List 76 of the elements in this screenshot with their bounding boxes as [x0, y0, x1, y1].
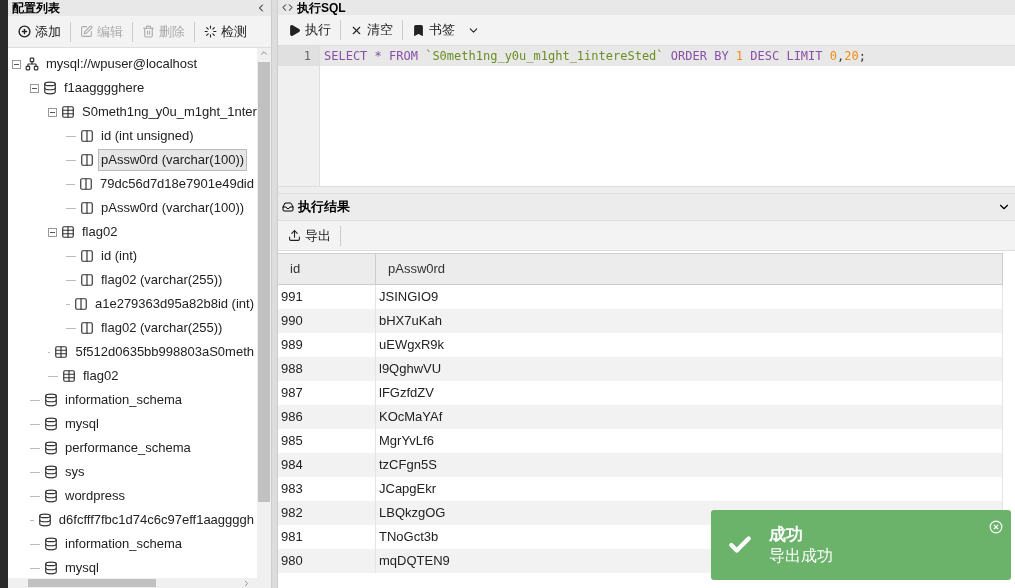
- tree-item[interactable]: id (int): [98, 245, 141, 267]
- bookmark-icon: [412, 23, 425, 37]
- column-icon: [80, 321, 94, 335]
- toast-title: 成功: [769, 524, 804, 546]
- scrollbar[interactable]: [257, 48, 271, 578]
- column-icon: [80, 273, 94, 287]
- tree-item[interactable]: sys: [62, 461, 88, 483]
- column-icon: [80, 153, 94, 167]
- database-icon: [44, 393, 58, 407]
- database-icon: [43, 81, 57, 95]
- database-icon: [44, 441, 58, 455]
- table-icon: [54, 345, 69, 359]
- edit-icon: [80, 25, 93, 38]
- run-icon: [288, 23, 301, 37]
- check-button[interactable]: 检测: [198, 17, 253, 46]
- column-icon: [73, 297, 88, 311]
- tree-item[interactable]: flag02: [79, 221, 121, 243]
- database-icon: [37, 513, 52, 527]
- tree-item[interactable]: d6fcfff7fbc1d74c6c97eff1aaggggh: [55, 509, 257, 531]
- toggle-icon[interactable]: [48, 227, 57, 237]
- inbox-icon: [282, 201, 294, 213]
- database-icon: [44, 561, 58, 575]
- column-header[interactable]: id: [278, 254, 376, 284]
- tree-item[interactable]: f1aagggghere: [61, 77, 148, 99]
- table-icon: [62, 369, 76, 383]
- column-header[interactable]: pAssw0rd: [376, 254, 1003, 284]
- tree-item[interactable]: S0meth1ng_y0u_m1ght_1nter: [79, 101, 257, 123]
- close-icon[interactable]: [989, 520, 1003, 534]
- run-button[interactable]: 执行: [282, 16, 337, 44]
- panel-title: 配置列表: [12, 2, 60, 14]
- toggle-icon[interactable]: [12, 59, 21, 69]
- server-icon: [25, 57, 39, 71]
- tree-item[interactable]: flag02 (varchar(255)): [98, 269, 226, 291]
- database-icon: [44, 537, 58, 551]
- tree-item[interactable]: mysql://wpuser@localhost: [43, 53, 201, 75]
- toggle-icon[interactable]: [30, 83, 39, 93]
- column-icon: [80, 201, 94, 215]
- sql-editor[interactable]: 1 SELECT * FROM `S0meth1ng_y0u_m1ght_1intereSted` ORDER BY 1 DESC LIMIT 0,20;: [278, 46, 1015, 186]
- table-cell: 980: [278, 549, 376, 573]
- tree-item[interactable]: performance_schema: [62, 437, 194, 459]
- scroll-up-icon[interactable]: [259, 48, 269, 58]
- tree-item[interactable]: flag02 (varchar(255)): [98, 317, 226, 339]
- line-number: 1: [278, 46, 319, 66]
- export-button[interactable]: 导出: [282, 221, 337, 250]
- tree-item[interactable]: information_schema: [62, 533, 186, 555]
- tree-item[interactable]: id (int unsigned): [98, 125, 197, 147]
- add-button[interactable]: 添加: [12, 17, 67, 46]
- database-icon: [44, 489, 58, 503]
- horizontal-scrollbar[interactable]: [8, 578, 271, 588]
- column-icon: [80, 249, 94, 263]
- code-icon: [282, 2, 293, 13]
- tree-item[interactable]: pAssw0rd (varchar(100)): [98, 197, 248, 219]
- table-icon: [61, 225, 75, 239]
- delete-icon: [142, 25, 155, 38]
- tree-item[interactable]: mysql: [62, 557, 102, 578]
- tree-item[interactable]: a1e279363d95a82b8id (int): [91, 293, 257, 315]
- bookmark-button[interactable]: 书签: [406, 16, 486, 44]
- clear-button[interactable]: 清空: [344, 16, 399, 44]
- tree-item[interactable]: wordpress: [62, 485, 128, 507]
- panel-title: 执行结果: [298, 198, 350, 217]
- tree-item[interactable]: information_schema: [62, 389, 186, 411]
- add-icon: [18, 25, 31, 38]
- tree-item[interactable]: pAssw0rd (varchar(100)): [98, 149, 248, 171]
- export-icon: [288, 229, 301, 242]
- table-icon: [61, 105, 75, 119]
- column-icon: [79, 177, 93, 191]
- tree-item[interactable]: flag02: [80, 365, 122, 387]
- tree-item[interactable]: mysql: [62, 413, 102, 435]
- database-icon: [44, 417, 58, 431]
- scroll-right-icon[interactable]: [242, 578, 251, 588]
- panel-title: 执行SQL: [297, 1, 346, 14]
- tree-item[interactable]: 79dc56d7d18e7901e49did: [97, 173, 257, 195]
- database-icon: [44, 465, 58, 479]
- tree-item[interactable]: 5f512d0635bb998803aS0meth: [72, 341, 257, 363]
- toggle-icon[interactable]: [48, 107, 57, 117]
- column-icon: [80, 129, 94, 143]
